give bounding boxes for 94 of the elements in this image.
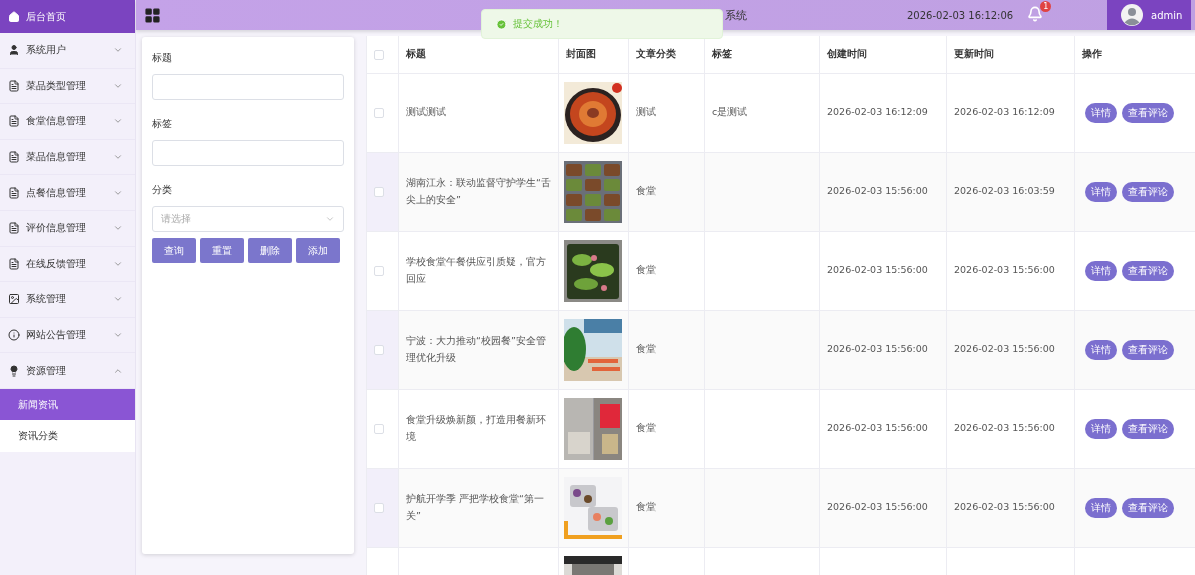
view-comments-button[interactable]: 查看评论 xyxy=(1122,181,1174,202)
document-icon xyxy=(8,151,20,164)
view-comments-button[interactable]: 查看评论 xyxy=(1122,418,1174,439)
column-header: 文章分类 xyxy=(628,36,705,73)
article-category: 食堂 xyxy=(636,422,656,434)
updated-time: 2026-02-03 15:56:00 xyxy=(954,264,1055,276)
article-category: 食堂 xyxy=(636,343,656,355)
updated-time: 2026-02-03 16:12:09 xyxy=(954,106,1055,118)
details-button[interactable]: 详情 xyxy=(1085,102,1117,123)
updated-time: 2026-02-03 16:03:59 xyxy=(954,185,1055,197)
avatar-icon xyxy=(1121,4,1143,26)
article-title: 食堂升级焕新颜，打造用餐新环境 xyxy=(406,414,546,442)
created-time: 2026-02-03 15:56:00 xyxy=(827,264,928,276)
info-icon xyxy=(8,329,20,342)
created-time: 2026-02-03 15:56:00 xyxy=(827,185,928,197)
row-checkbox[interactable] xyxy=(374,423,384,434)
category-select[interactable]: 请选择 xyxy=(152,206,344,232)
column-header: 更新时间 xyxy=(946,36,1075,73)
updated-time: 2026-02-03 15:56:00 xyxy=(954,343,1055,355)
home-icon xyxy=(8,10,20,23)
sidebar-menu-item[interactable]: 点餐信息管理 xyxy=(0,175,135,211)
article-category: 食堂 xyxy=(636,264,656,276)
view-comments-button[interactable]: 查看评论 xyxy=(1122,102,1174,123)
date-time: 2026-02-03 16:12:06 xyxy=(907,9,1014,21)
select-all-checkbox[interactable] xyxy=(374,50,384,60)
user-menu[interactable]: admin xyxy=(1107,0,1191,30)
view-comments-button[interactable]: 查看评论 xyxy=(1122,339,1174,360)
input-field[interactable] xyxy=(152,74,344,100)
chevron-down-icon xyxy=(325,214,335,224)
created-time: 2026-02-03 15:56:00 xyxy=(827,422,928,434)
details-button[interactable]: 详情 xyxy=(1085,260,1117,281)
created-time: 2026-02-03 16:12:09 xyxy=(827,106,928,118)
bell-icon[interactable] xyxy=(1027,6,1044,22)
filter-button[interactable]: 删除 xyxy=(248,238,292,263)
details-button[interactable]: 详情 xyxy=(1085,497,1117,518)
sidebar-menu-item[interactable]: 食堂信息管理 xyxy=(0,104,135,140)
column-header: 标签 xyxy=(704,36,820,73)
sidebar-menu-item[interactable]: 在线反馈管理 xyxy=(0,246,135,283)
sidebar-submenu-item[interactable]: 资讯分类 xyxy=(0,420,135,452)
details-button[interactable]: 详情 xyxy=(1085,181,1117,202)
column-header: 创建时间 xyxy=(819,36,947,73)
sidebar-menu-item[interactable]: 评价信息管理 xyxy=(0,210,135,247)
details-button[interactable]: 详情 xyxy=(1085,339,1117,360)
column-header: 标题 xyxy=(398,36,559,73)
filter-button[interactable]: 重置 xyxy=(200,238,244,263)
row-checkbox[interactable] xyxy=(374,107,384,118)
image-icon xyxy=(8,293,20,306)
sidebar-menu-item[interactable]: 菜品类型管理 xyxy=(0,68,135,105)
article-title: 护航开学季 严把学校食堂“第一关” xyxy=(406,493,544,521)
field-label: 标签 xyxy=(152,117,173,131)
user-icon xyxy=(8,44,20,57)
sidebar-submenu-item[interactable]: 新闻资讯 xyxy=(0,388,135,421)
success-toast: 提交成功！ xyxy=(481,9,723,39)
filter-button[interactable]: 查询 xyxy=(152,238,196,263)
sidebar-menu-item[interactable]: 资源管理 xyxy=(0,353,135,389)
details-button[interactable]: 详情 xyxy=(1085,418,1117,439)
input-field[interactable] xyxy=(152,140,344,166)
article-title: 湖南江永：联动监督守护学生“舌尖上的安全” xyxy=(406,177,551,205)
document-icon xyxy=(8,222,20,235)
updated-time: 2026-02-03 15:56:00 xyxy=(954,501,1055,513)
created-time: 2026-02-03 15:56:00 xyxy=(827,343,928,355)
check-circle-icon xyxy=(496,18,507,30)
sidebar-menu-item[interactable]: 菜品信息管理 xyxy=(0,139,135,176)
view-comments-button[interactable]: 查看评论 xyxy=(1122,497,1174,518)
article-category: 食堂 xyxy=(636,501,656,513)
article-category: 食堂 xyxy=(636,185,656,197)
article-title: 测试测试 xyxy=(406,106,446,118)
system-title: 系统 xyxy=(725,7,747,23)
column-header: 封面图 xyxy=(558,36,629,73)
article-category: 测试 xyxy=(636,106,656,118)
field-label: 标题 xyxy=(152,51,173,65)
article-title: 学校食堂午餐供应引质疑，官方回应 xyxy=(406,256,546,284)
grid-menu-icon[interactable] xyxy=(144,6,161,24)
document-icon xyxy=(8,186,20,199)
row-checkbox[interactable] xyxy=(374,344,384,355)
updated-time: 2026-02-03 15:56:00 xyxy=(954,422,1055,434)
document-icon xyxy=(8,79,20,92)
sidebar-menu-item[interactable]: 系统管理 xyxy=(0,282,135,318)
lightbulb-icon xyxy=(8,364,20,377)
document-icon xyxy=(8,115,20,128)
document-icon xyxy=(8,257,20,270)
row-checkbox[interactable] xyxy=(374,186,384,197)
notification-badge: 1 xyxy=(1040,1,1052,12)
article-title: 宁波：大力推动“校园餐”安全管理优化升级 xyxy=(406,335,546,363)
sidebar-menu-item[interactable]: 系统用户 xyxy=(0,33,135,69)
created-time: 2026-02-03 15:56:00 xyxy=(827,501,928,513)
sidebar-menu-item[interactable]: 网站公告管理 xyxy=(0,317,135,354)
view-comments-button[interactable]: 查看评论 xyxy=(1122,260,1174,281)
row-checkbox[interactable] xyxy=(374,265,384,276)
field-label: 分类 xyxy=(152,183,173,197)
row-checkbox[interactable] xyxy=(374,502,384,513)
article-tag: c是测试 xyxy=(712,106,748,118)
filter-button[interactable]: 添加 xyxy=(296,238,340,263)
sidebar-home-item[interactable]: 后台首页 xyxy=(0,0,135,33)
